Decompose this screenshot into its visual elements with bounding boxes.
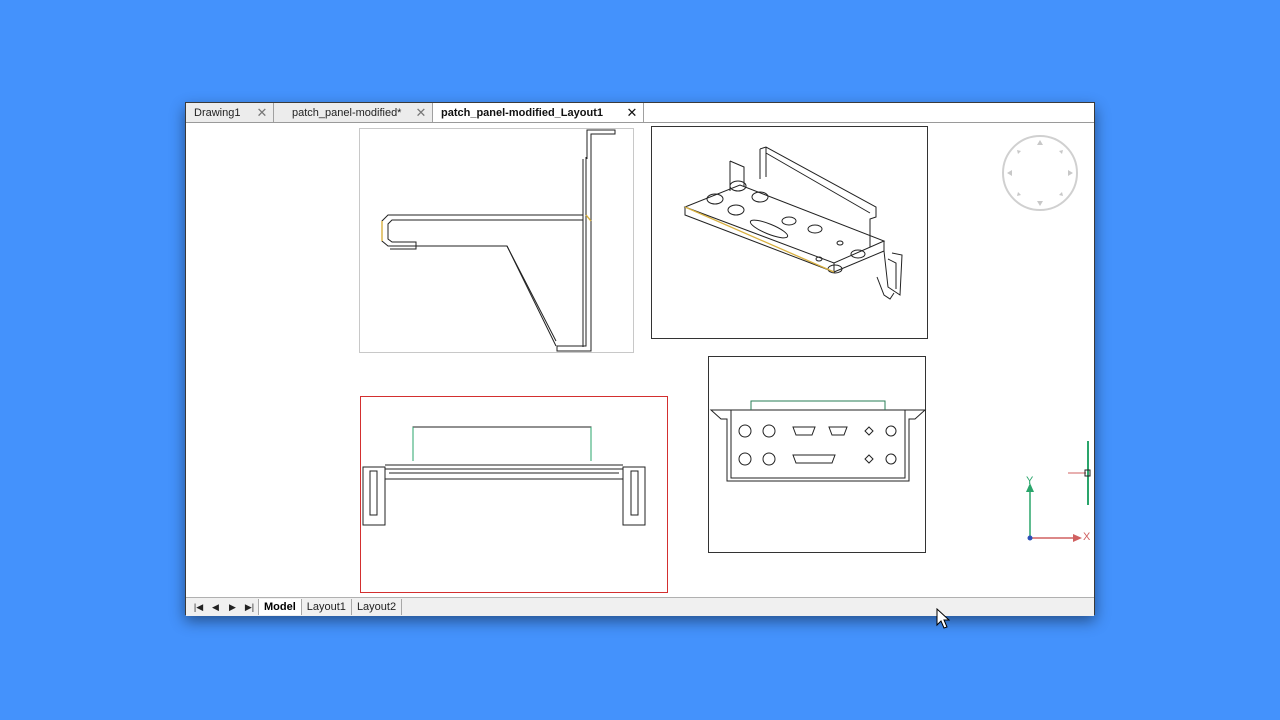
first-layout-button[interactable]: |◀ <box>190 599 207 615</box>
viewport-side-view[interactable] <box>359 128 634 353</box>
isometric-view-drawing <box>683 146 903 300</box>
ucs-icon: Y X <box>1020 475 1092 549</box>
next-icon: ▶ <box>229 601 236 612</box>
layout-tab-layout1[interactable]: Layout1 <box>300 599 351 615</box>
close-icon[interactable]: ✕ <box>414 105 428 121</box>
document-tab-bar: Drawing1 ✕ patch_panel-modified* ✕ patch… <box>186 103 1094 123</box>
drawing-canvas[interactable]: Y X <box>188 123 1092 598</box>
layout-tab-layout2[interactable]: Layout2 <box>350 599 403 615</box>
top-view-drawing <box>362 426 646 526</box>
previous-icon: ◀ <box>212 601 219 612</box>
tab-bar-empty-space <box>644 103 1094 122</box>
doc-tab-label: Drawing1 <box>194 106 241 119</box>
last-layout-button[interactable]: ▶| <box>241 599 258 615</box>
side-view-drawing <box>381 129 616 352</box>
ucs-y-label: Y <box>1026 475 1034 487</box>
viewport-top-view-active[interactable] <box>360 396 668 593</box>
previous-layout-button[interactable]: ◀ <box>207 599 224 615</box>
compass-icon <box>1002 135 1078 211</box>
first-icon: |◀ <box>193 601 204 612</box>
doc-tab-patch-panel-modified-layout1[interactable]: patch_panel-modified_Layout1 ✕ <box>433 103 644 122</box>
doc-tab-label: patch_panel-modified* <box>292 106 402 119</box>
close-icon[interactable]: ✕ <box>625 105 639 121</box>
layout-tab-model[interactable]: Model <box>258 599 301 615</box>
doc-tab-patch-panel-modified[interactable]: patch_panel-modified* ✕ <box>274 103 433 122</box>
front-view-drawing <box>709 400 927 482</box>
mouse-cursor <box>936 607 951 635</box>
doc-tab-drawing1[interactable]: Drawing1 ✕ <box>186 103 274 122</box>
viewport-isometric-view[interactable] <box>651 126 928 339</box>
layout-tab-bar: |◀ ◀ ▶ ▶| Model Layout1 Layout2 <box>186 597 1094 616</box>
navigation-compass[interactable] <box>1000 133 1080 213</box>
close-icon[interactable]: ✕ <box>255 105 269 121</box>
last-icon: ▶| <box>244 601 255 612</box>
doc-tab-label: patch_panel-modified_Layout1 <box>441 106 603 119</box>
cad-window: Drawing1 ✕ patch_panel-modified* ✕ patch… <box>185 102 1095 616</box>
next-layout-button[interactable]: ▶ <box>224 599 241 615</box>
viewport-front-view[interactable] <box>708 356 927 553</box>
ucs-x-label: X <box>1083 531 1091 543</box>
